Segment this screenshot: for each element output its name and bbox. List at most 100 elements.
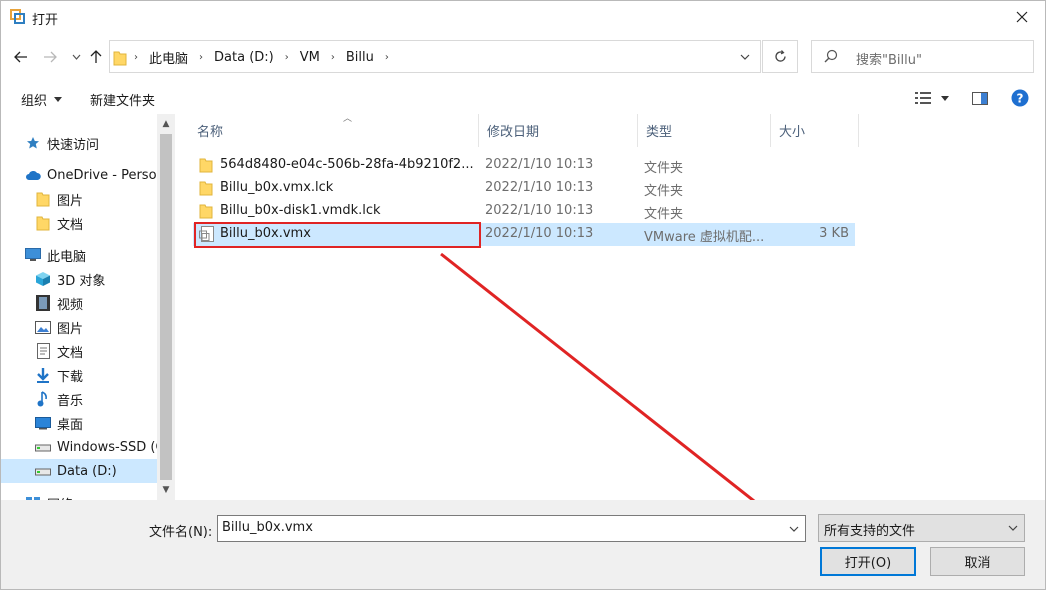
svg-text:?: ? [1017,92,1024,106]
file-type-cell: 文件夹 [644,161,684,176]
sidebar-item[interactable]: OneDrive - Persor [1,163,157,187]
sidebar-item[interactable]: 视频 [1,291,157,315]
document-icon [35,343,51,359]
column-header-type[interactable]: 类型 [638,114,771,147]
breadcrumb-data-drive[interactable]: Data (D:) [214,50,274,65]
drive-icon [35,463,51,479]
refresh-button[interactable] [762,40,798,73]
scrollbar-thumb[interactable] [160,134,172,480]
sidebar-item-label: 视频 [57,297,84,313]
navigation-pane: 快速访问 OneDrive - Persor 图片 文档 此电脑 3D 对象 视频 图片 文档下… [1,114,175,500]
filename-history-dropdown[interactable] [783,516,805,541]
computer-icon [25,247,41,263]
file-size-cell: 3 KB [819,226,849,241]
drive-icon [35,439,51,455]
cloud-icon [25,167,41,183]
file-name-cell: 564d8480-e04c-506b-28fa-4b9210f2... [220,157,474,172]
title-bar: 打开 [1,1,1045,33]
navigation-scrollbar[interactable]: ▲ ▼ [157,114,175,500]
sidebar-item[interactable]: 文档 [1,339,157,363]
details-view-icon [915,91,931,104]
refresh-icon [774,50,786,62]
back-button[interactable] [11,46,31,68]
folder-icon [199,203,215,219]
folder-icon [35,191,51,207]
cancel-button[interactable]: 取消 [930,547,1025,576]
file-type-select[interactable]: 所有支持的文件 [818,514,1025,542]
breadcrumb-vm[interactable]: VM [300,50,320,65]
organize-button[interactable]: 组织 [21,90,63,109]
sidebar-item-label: 音乐 [57,393,84,409]
file-type-cell: VMware 虚拟机配... [644,230,765,245]
chevron-right-icon[interactable]: › [385,52,389,63]
preview-pane-button[interactable] [972,88,988,108]
open-button[interactable]: 打开(O) [820,547,916,576]
annotation-highlight-box [194,222,481,248]
up-button[interactable] [86,46,106,68]
sidebar-item[interactable]: 音乐 [1,387,157,411]
file-type-cell: 文件夹 [644,184,684,199]
sidebar-item[interactable]: Windows-SSD (C [1,435,157,459]
file-type-value: 所有支持的文件 [824,524,916,539]
sidebar-item[interactable]: Data (D:) [1,459,157,483]
forward-button[interactable] [40,46,60,68]
file-modified-cell: 2022/1/10 10:13 [485,180,594,195]
help-button[interactable]: ? [1011,88,1029,108]
arrow-left-icon [14,51,27,63]
music-icon [35,391,51,407]
change-view-button[interactable] [915,88,949,108]
close-button[interactable] [999,1,1045,33]
help-icon: ? [1011,89,1029,107]
file-type-cell: 文件夹 [644,207,684,222]
download-icon [35,367,51,383]
sidebar-item[interactable]: 3D 对象 [1,267,157,291]
chevron-down-icon [1008,525,1018,531]
sidebar-item[interactable]: 图片 [1,187,157,211]
recent-locations-button[interactable] [66,46,86,68]
address-history-dropdown[interactable] [729,40,761,73]
sidebar-item[interactable]: 此电脑 [1,243,157,267]
chevron-down-icon [789,526,799,532]
preview-pane-icon [972,91,988,105]
column-type-label: 类型 [646,125,673,140]
column-header-size[interactable]: 大小 [771,114,859,147]
sidebar-item-label: 快速访问 [47,137,100,153]
sidebar-item-label: OneDrive - Persor [47,167,157,183]
breadcrumb-this-pc[interactable]: 此电脑 [149,48,188,67]
chevron-down-icon [740,54,750,60]
search-icon [824,49,838,63]
new-folder-button[interactable]: 新建文件夹 [90,90,155,109]
file-type-dropdown[interactable] [1002,515,1024,541]
file-row[interactable]: 564d8480-e04c-506b-28fa-4b9210f2... 2022/… [193,154,855,177]
sidebar-item[interactable]: 文档 [1,211,157,235]
column-header-name[interactable]: 名称 ︿ [189,114,479,147]
window-title: 打开 [32,13,59,28]
column-size-label: 大小 [779,125,806,140]
file-modified-cell: 2022/1/10 10:13 [485,226,594,241]
sidebar-item[interactable]: 快速访问 [1,131,157,155]
open-file-dialog: 打开 › 此电脑 › Data (D:) › VM › Billu › 搜索"B… [0,0,1046,590]
scroll-down-icon[interactable]: ▼ [160,484,172,496]
scroll-up-icon[interactable]: ▲ [160,118,172,130]
desktop-icon [35,415,51,431]
sidebar-item[interactable]: 网络 [1,491,157,500]
folder-icon [113,51,127,65]
file-row[interactable]: Billu_b0x.vmx.lck 2022/1/10 10:13 文件夹 [193,177,855,200]
sidebar-item[interactable]: 图片 [1,315,157,339]
close-icon [1016,11,1028,23]
caret-down-icon [941,95,949,101]
filename-input[interactable]: Billu_b0x.vmx [217,515,806,542]
sidebar-item-label: Windows-SSD (C [57,439,157,455]
chevron-right-icon[interactable]: › [331,52,335,63]
chevron-right-icon[interactable]: › [285,52,289,63]
chevron-right-icon[interactable]: › [199,52,203,63]
sidebar-item[interactable]: 下载 [1,363,157,387]
sidebar-item[interactable]: 桌面 [1,411,157,435]
file-row[interactable]: Billu_b0x-disk1.vmdk.lck 2022/1/10 10:13 文… [193,200,855,223]
breadcrumb-billu[interactable]: Billu [346,50,374,65]
command-bar: 组织 新建文件夹 [1,83,1045,113]
organize-label: 组织 [21,94,48,109]
search-box[interactable]: 搜索"Billu" [811,40,1034,73]
file-modified-cell: 2022/1/10 10:13 [485,203,594,218]
column-header-modified[interactable]: 修改日期 [479,114,638,147]
